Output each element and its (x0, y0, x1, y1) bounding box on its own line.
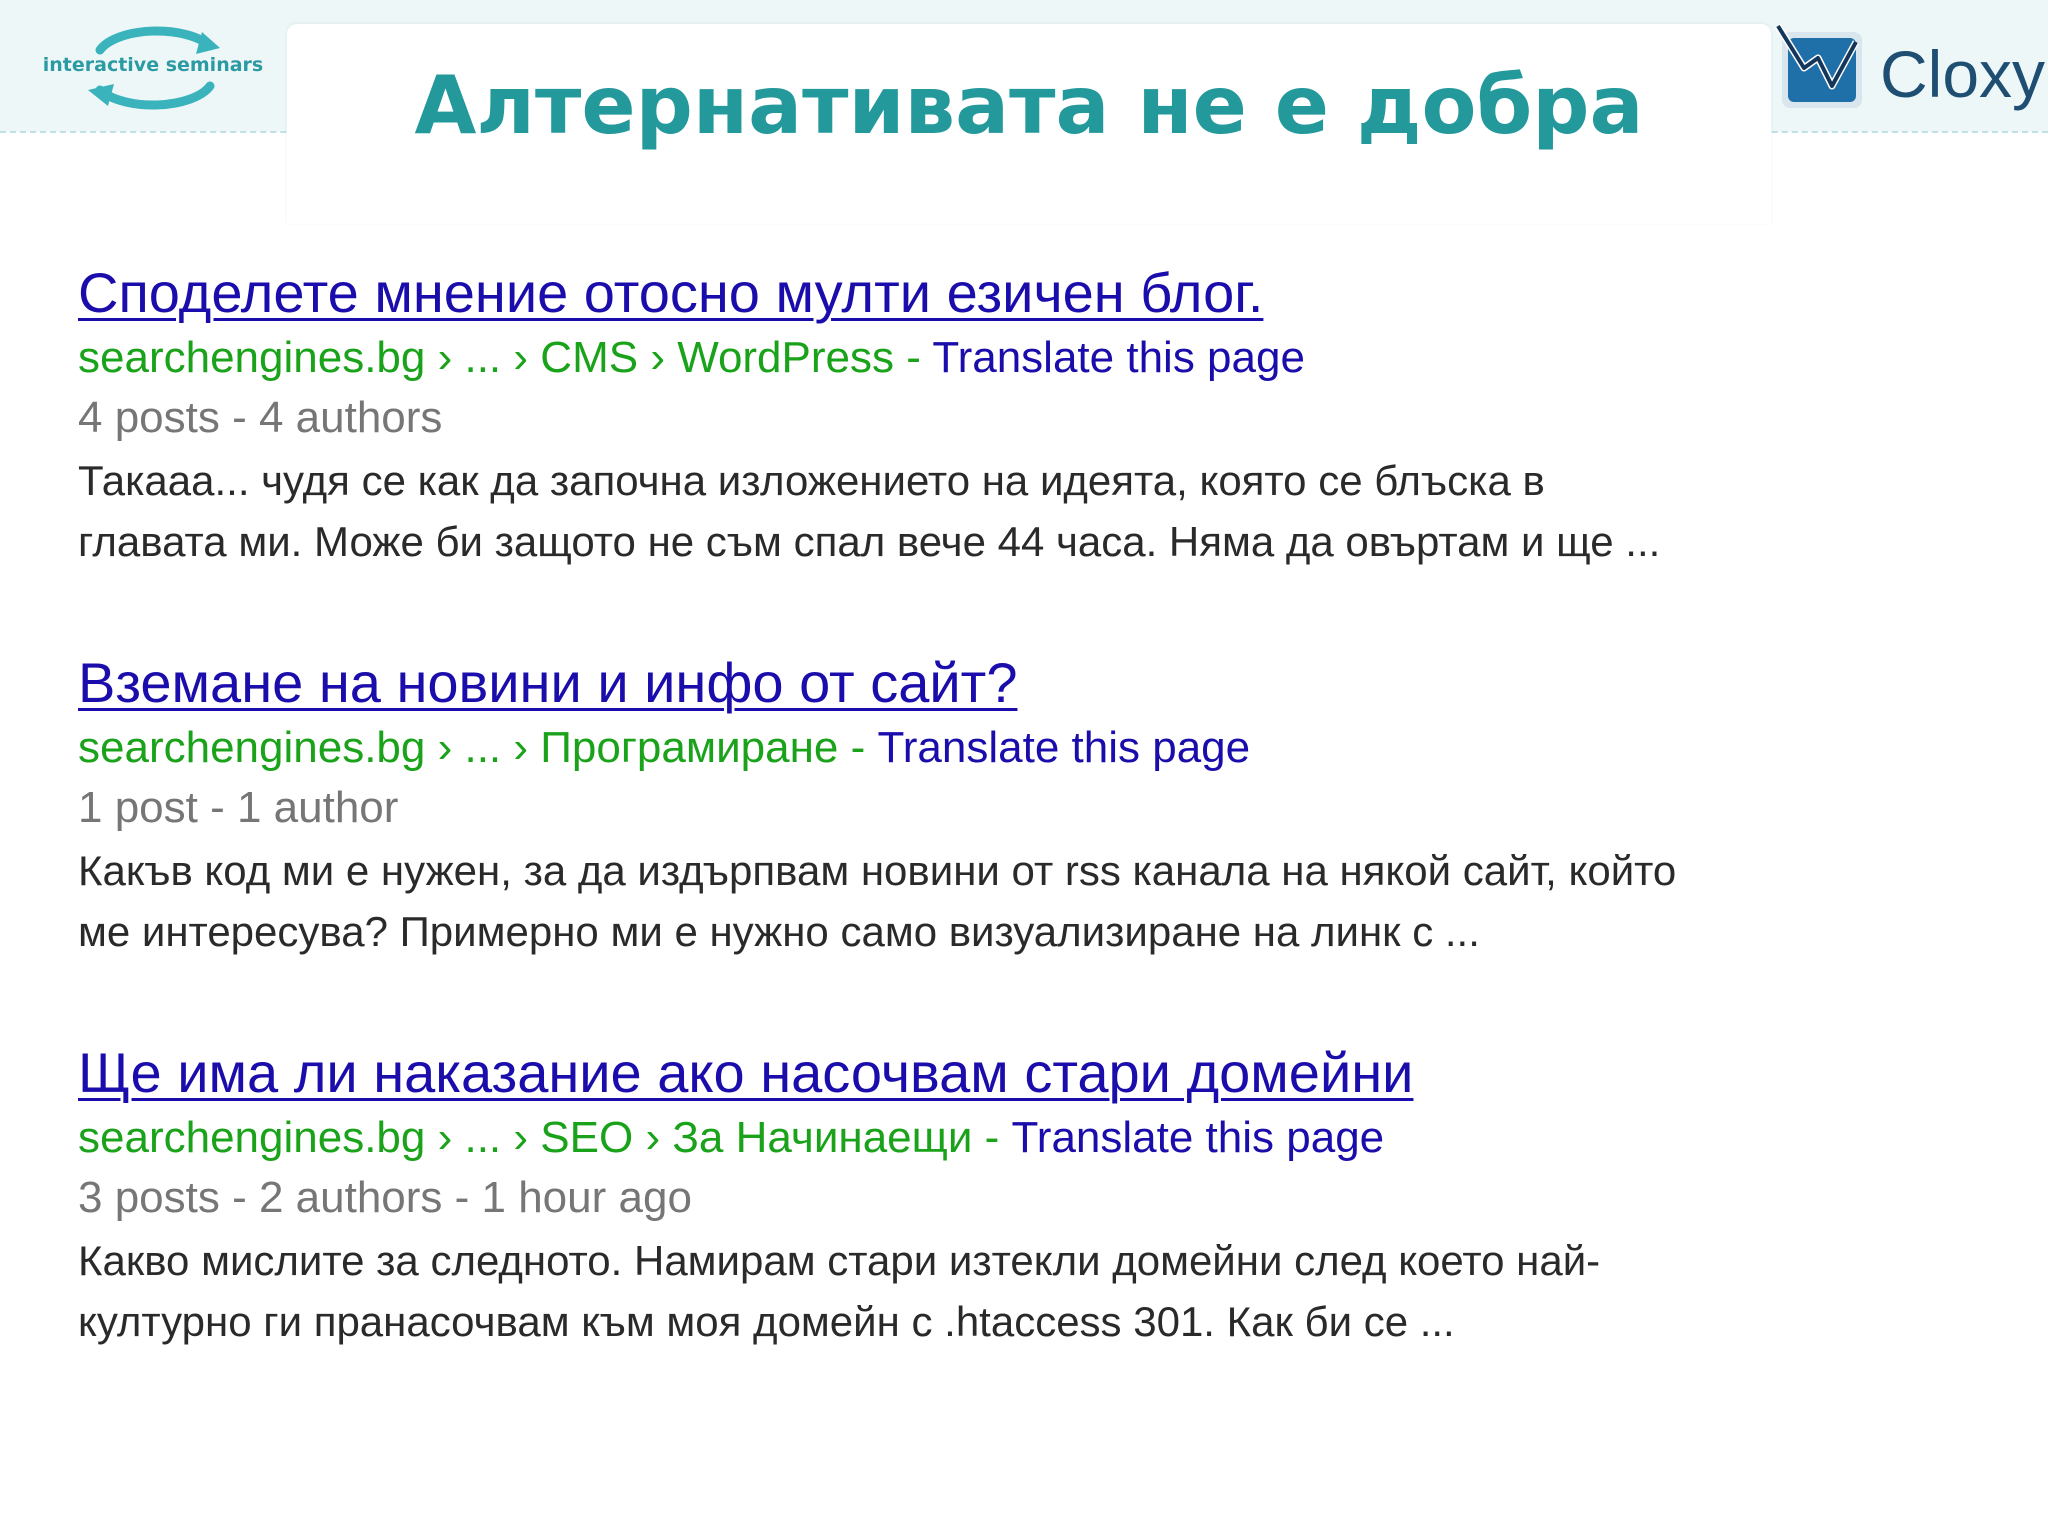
result-snippet: Какво мислите за следното. Намирам стари… (78, 1230, 1998, 1352)
breadcrumb-separator-icon: › (437, 333, 453, 382)
breadcrumb-separator-icon: › (437, 1113, 453, 1162)
breadcrumb-domain: searchengines.bg (78, 723, 426, 772)
snippet-line: Какъв код ми е нужен, за да издърпвам но… (78, 847, 1677, 894)
breadcrumb-separator-icon: › (513, 1113, 529, 1162)
search-result: Ще има ли наказание ако насочвам стари д… (78, 1038, 2008, 1428)
breadcrumb-separator-icon: › (513, 333, 529, 382)
result-breadcrumb: searchengines.bg › ... › CMS › WordPress… (78, 328, 2008, 388)
snippet-line: ме интересува? Примерно ми е нужно само … (78, 908, 1480, 955)
search-results-list: Споделете мнение отосно мулти езичен бло… (78, 258, 2008, 1428)
result-title-link[interactable]: Споделете мнение отосно мулти езичен бло… (78, 258, 2008, 328)
translate-link[interactable]: Translate this page (932, 333, 1305, 382)
breadcrumb-part: WordPress (677, 333, 895, 382)
snippet-line: Какво мислите за следното. Намирам стари… (78, 1237, 1601, 1284)
logo-left-text: interactive seminars (42, 54, 264, 76)
result-breadcrumb: searchengines.bg › ... › Програмиране - … (78, 718, 2008, 778)
breadcrumb-domain: searchengines.bg (78, 1113, 426, 1162)
cloxy-logo: Cloxy (1774, 24, 2048, 116)
translate-link[interactable]: Translate this page (1012, 1113, 1385, 1162)
snippet-line: главата ми. Може би защото не съм спал в… (78, 518, 1661, 565)
breadcrumb-part: ... (464, 333, 502, 382)
interactive-seminars-logo: interactive seminars (30, 20, 263, 112)
cloxy-mark-icon (1775, 24, 1862, 108)
breadcrumb-part: ... (464, 1113, 502, 1162)
breadcrumb-part: SEO (540, 1113, 634, 1162)
breadcrumb-dash: - (906, 333, 921, 382)
search-result: Споделете мнение отосно мулти езичен бло… (78, 258, 2008, 648)
translate-link[interactable]: Translate this page (878, 723, 1251, 772)
breadcrumb-dash: - (850, 723, 866, 772)
result-title-link[interactable]: Вземане на новини и инфо от сайт? (78, 648, 2008, 718)
breadcrumb-dash: - (984, 1113, 1000, 1162)
search-result: Вземане на новини и инфо от сайт? search… (78, 648, 2008, 1038)
breadcrumb-separator-icon: › (650, 333, 665, 382)
result-meta: 3 posts - 2 authors - 1 hour ago (78, 1173, 692, 1222)
breadcrumb-separator-icon: › (437, 723, 453, 772)
logo-right-text: Cloxy (1880, 37, 2046, 111)
slide-title: Алтернативата не е добра (414, 59, 1644, 152)
snippet-line: културно ги пранасочвам към моя домейн с… (78, 1298, 1455, 1345)
breadcrumb-separator-icon: › (513, 723, 529, 772)
breadcrumb-part: Програмиране (540, 723, 839, 772)
breadcrumb-part: За Начинаещи (672, 1113, 973, 1162)
result-meta: 1 post - 1 author (78, 783, 399, 832)
breadcrumb-part: CMS (540, 333, 639, 382)
breadcrumb-separator-icon: › (645, 1113, 661, 1162)
breadcrumb-domain: searchengines.bg (78, 333, 426, 382)
breadcrumb-part: ... (464, 723, 502, 772)
result-title-link[interactable]: Ще има ли наказание ако насочвам стари д… (78, 1038, 2008, 1108)
snippet-line: Такааа... чудя се как да започна изложен… (78, 457, 1545, 504)
result-meta: 4 posts - 4 authors (78, 393, 443, 442)
result-snippet: Какъв код ми е нужен, за да издърпвам но… (78, 840, 1998, 962)
result-snippet: Такааа... чудя се как да започна изложен… (78, 450, 1998, 572)
result-breadcrumb: searchengines.bg › ... › SEO › За Начина… (78, 1108, 2008, 1168)
